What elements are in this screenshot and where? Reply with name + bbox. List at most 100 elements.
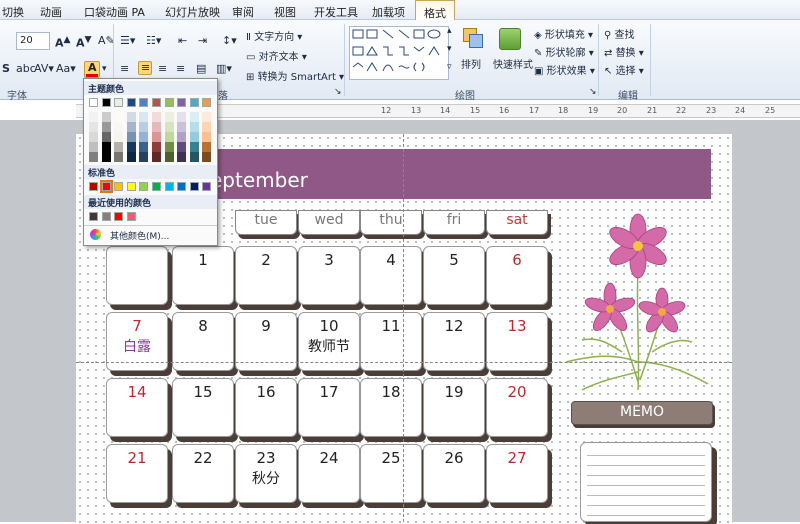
shapes-gallery[interactable] bbox=[349, 26, 449, 80]
theme-shade-swatch[interactable] bbox=[139, 152, 149, 162]
theme-shade-swatch[interactable] bbox=[177, 152, 187, 162]
gallery-scroll-down-icon[interactable]: ▾ bbox=[447, 44, 452, 54]
calendar-day-cell[interactable]: 20 bbox=[486, 378, 548, 437]
standard-color-swatch[interactable] bbox=[99, 180, 113, 193]
standard-color-swatch[interactable] bbox=[202, 182, 212, 191]
theme-shade-swatch[interactable] bbox=[152, 152, 161, 162]
theme-color-swatch[interactable] bbox=[177, 98, 187, 107]
theme-shade-swatch[interactable] bbox=[202, 132, 212, 142]
theme-shade-swatch[interactable] bbox=[126, 142, 136, 152]
theme-shade-swatch[interactable] bbox=[164, 132, 174, 142]
line-spacing-icon[interactable]: ↕▾ bbox=[222, 34, 237, 47]
recent-color-swatch[interactable] bbox=[89, 212, 98, 221]
calendar-day-cell[interactable]: 4 bbox=[360, 246, 422, 305]
shape-effects-button[interactable]: ▣ 形状效果 ▾ bbox=[534, 62, 595, 77]
standard-color-swatch[interactable] bbox=[152, 182, 161, 191]
tab-developer[interactable]: 开发工具 bbox=[314, 4, 358, 20]
calendar-day-cell[interactable]: 5 bbox=[423, 246, 485, 305]
standard-color-swatch[interactable] bbox=[177, 182, 187, 191]
calendar-day-cell[interactable]: 24 bbox=[298, 444, 360, 503]
numbering-icon[interactable]: ☷▾ bbox=[146, 34, 161, 47]
theme-shade-swatch[interactable] bbox=[114, 132, 124, 142]
font-color-dropdown-arrow[interactable]: ▾ bbox=[102, 64, 107, 74]
calendar-day-cell[interactable]: 3 bbox=[298, 246, 360, 305]
theme-shade-swatch[interactable] bbox=[114, 112, 124, 122]
gallery-more-icon[interactable]: ▿ bbox=[447, 62, 452, 72]
theme-shade-swatch[interactable] bbox=[139, 142, 149, 152]
calendar-day-cell[interactable]: 15 bbox=[172, 378, 234, 437]
char-spacing-icon[interactable]: AV▾ bbox=[34, 62, 54, 75]
recent-color-swatch[interactable] bbox=[114, 212, 124, 221]
theme-shade-swatch[interactable] bbox=[152, 112, 161, 122]
theme-shade-swatch[interactable] bbox=[202, 142, 212, 152]
theme-shade-swatch[interactable] bbox=[101, 152, 111, 162]
recent-color-swatch[interactable] bbox=[126, 212, 136, 221]
theme-color-swatch[interactable] bbox=[101, 98, 111, 107]
theme-color-swatch[interactable] bbox=[126, 98, 136, 107]
calendar-day-cell[interactable] bbox=[106, 246, 168, 305]
calendar-day-cell[interactable]: 23 秋分 bbox=[235, 444, 297, 503]
align-right-icon[interactable]: ≡ bbox=[158, 62, 167, 75]
horizontal-guide[interactable] bbox=[76, 362, 732, 363]
theme-shade-swatch[interactable] bbox=[177, 122, 187, 132]
theme-color-swatch[interactable] bbox=[89, 98, 98, 107]
weekday-header[interactable]: fri bbox=[423, 210, 485, 235]
theme-shade-swatch[interactable] bbox=[139, 112, 149, 122]
grow-font-icon[interactable]: A▲ bbox=[55, 34, 71, 50]
month-title[interactable]: eptember bbox=[210, 168, 308, 192]
find-button[interactable]: ⚲ 查找 bbox=[604, 26, 635, 41]
recent-color-swatch[interactable] bbox=[101, 212, 111, 221]
calendar-day-cell[interactable]: 19 bbox=[423, 378, 485, 437]
distributed-icon[interactable]: ▤ bbox=[196, 62, 206, 75]
standard-color-swatch[interactable] bbox=[114, 182, 124, 191]
theme-shade-swatch[interactable] bbox=[126, 122, 136, 132]
tab-view[interactable]: 视图 bbox=[274, 4, 296, 20]
theme-shade-swatch[interactable] bbox=[189, 122, 199, 132]
theme-shade-swatch[interactable] bbox=[114, 152, 124, 162]
calendar-day-cell[interactable]: 26 bbox=[423, 444, 485, 503]
vertical-guide[interactable] bbox=[403, 134, 404, 522]
shape-fill-button[interactable]: ◈ 形状填充 ▾ bbox=[534, 26, 593, 41]
tab-addins[interactable]: 加载项 bbox=[372, 4, 405, 20]
theme-shade-swatch[interactable] bbox=[152, 132, 161, 142]
align-left-icon[interactable]: ≡ bbox=[120, 62, 129, 75]
calendar-day-cell[interactable]: 18 bbox=[360, 378, 422, 437]
theme-shade-swatch[interactable] bbox=[101, 132, 111, 142]
theme-shade-swatch[interactable] bbox=[101, 112, 111, 122]
theme-shade-swatch[interactable] bbox=[126, 132, 136, 142]
standard-color-swatch[interactable] bbox=[126, 182, 136, 191]
increase-indent-icon[interactable]: ⇥ bbox=[198, 34, 207, 47]
theme-color-swatch[interactable] bbox=[152, 98, 161, 107]
calendar-day-cell[interactable]: 17 bbox=[298, 378, 360, 437]
theme-shade-swatch[interactable] bbox=[114, 142, 124, 152]
weekday-header[interactable]: tue bbox=[235, 210, 297, 235]
theme-shade-swatch[interactable] bbox=[164, 112, 174, 122]
tab-pocket-animation[interactable]: 口袋动画 PA bbox=[84, 4, 145, 20]
theme-shade-swatch[interactable] bbox=[164, 142, 174, 152]
theme-shade-swatch[interactable] bbox=[89, 112, 98, 122]
memo-label[interactable]: MEMO bbox=[571, 401, 713, 425]
theme-shade-swatch[interactable] bbox=[101, 142, 111, 152]
shrink-font-icon[interactable]: A▼ bbox=[76, 34, 92, 50]
calendar-day-cell[interactable]: 22 bbox=[172, 444, 234, 503]
calendar-day-cell[interactable]: 1 bbox=[172, 246, 234, 305]
theme-shade-swatch[interactable] bbox=[126, 112, 136, 122]
memo-box[interactable] bbox=[580, 442, 712, 522]
theme-shade-swatch[interactable] bbox=[101, 122, 111, 132]
select-button[interactable]: ↖ 选择 ▾ bbox=[604, 62, 644, 77]
theme-shade-swatch[interactable] bbox=[164, 152, 174, 162]
calendar-day-cell[interactable]: 2 bbox=[235, 246, 297, 305]
replace-button[interactable]: ⇄ 替换 ▾ bbox=[604, 44, 644, 59]
theme-shade-swatch[interactable] bbox=[164, 122, 174, 132]
calendar-day-cell[interactable]: 16 bbox=[235, 378, 297, 437]
theme-shade-swatch[interactable] bbox=[189, 152, 199, 162]
standard-color-swatch[interactable] bbox=[139, 182, 149, 191]
more-colors-item[interactable]: 其他颜色(M)... bbox=[88, 229, 214, 243]
shape-outline-button[interactable]: ✎ 形状轮廓 ▾ bbox=[534, 44, 594, 59]
standard-color-swatch[interactable] bbox=[89, 182, 98, 191]
shadow-icon[interactable]: S bbox=[2, 62, 10, 75]
theme-shade-swatch[interactable] bbox=[202, 122, 212, 132]
decrease-indent-icon[interactable]: ⇤ bbox=[178, 34, 187, 47]
theme-shade-swatch[interactable] bbox=[189, 112, 199, 122]
tab-animations[interactable]: 动画 bbox=[40, 4, 62, 20]
